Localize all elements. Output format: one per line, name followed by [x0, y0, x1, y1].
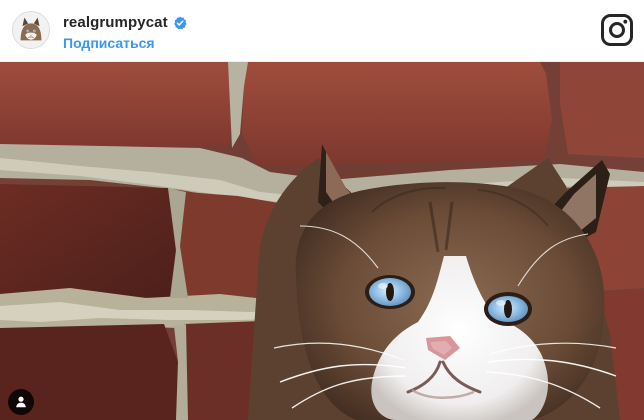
- instagram-logo-icon[interactable]: [600, 13, 634, 47]
- user-tag-button[interactable]: [8, 389, 34, 415]
- user-tag-icon: [16, 396, 26, 408]
- avatar-cat-image: [13, 12, 49, 48]
- grumpy-cat-photo: [0, 62, 644, 420]
- post-header: realgrumpycat Подписаться: [0, 0, 644, 62]
- username-link[interactable]: realgrumpycat: [63, 13, 168, 32]
- verified-badge-icon: [173, 16, 187, 30]
- post-photo[interactable]: [0, 62, 644, 420]
- instagram-embed: realgrumpycat Подписаться: [0, 0, 644, 420]
- user-meta: realgrumpycat Подписаться: [63, 13, 323, 53]
- avatar[interactable]: [12, 11, 50, 49]
- username-row: realgrumpycat: [63, 13, 323, 32]
- follow-button[interactable]: Подписаться: [63, 35, 323, 52]
